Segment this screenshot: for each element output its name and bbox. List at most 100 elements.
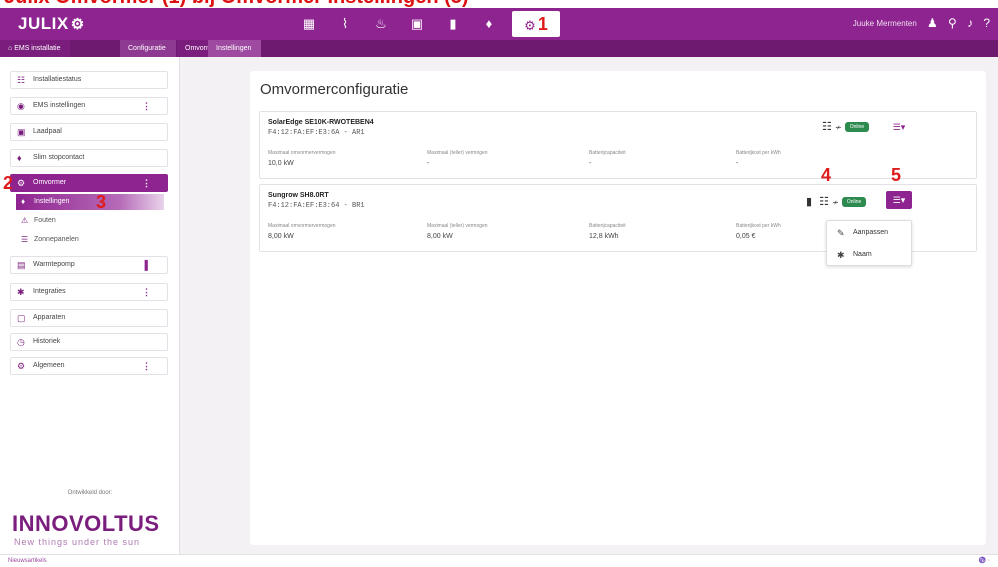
- heatpump-icon: ▤: [17, 260, 26, 270]
- sidebar-item-algemeen[interactable]: ⚙ Algemeen ⋮: [10, 357, 168, 375]
- search-icon[interactable]: ⚲: [948, 16, 957, 30]
- powered-by-label: Ontwikkeld door:: [67, 490, 113, 496]
- edit-icon: ✎: [837, 228, 845, 238]
- brain-icon[interactable]: ♨: [366, 11, 396, 37]
- online-badge: Online: [841, 197, 867, 208]
- menu-item-label: Aanpassen: [853, 229, 889, 236]
- solar-panel-icon: ☰: [21, 235, 29, 244]
- inverter-name: SolarEdge SE10K-RWOTEBEN4: [268, 119, 374, 126]
- breadcrumb-label: EMS installatie: [14, 45, 61, 52]
- sidebar-item-label: Installatiestatus: [33, 76, 82, 83]
- sidebar-item-label: Integraties: [33, 288, 66, 295]
- field-value: 0,05 €: [736, 233, 756, 240]
- solar-panel-icon: ☷: [819, 196, 829, 208]
- display-icon[interactable]: ▣: [402, 11, 432, 37]
- user-icon[interactable]: ♟: [927, 16, 938, 30]
- step-label-5: 5: [891, 165, 902, 185]
- breadcrumb-label: Instellingen: [216, 45, 252, 52]
- step-label-2: 2: [3, 173, 14, 193]
- breadcrumb-label: Configuratie: [128, 45, 166, 52]
- field-label: Batterijcapaciteit: [589, 223, 626, 229]
- more-icon[interactable]: ⋮: [142, 358, 151, 374]
- menu-item-label: Naam: [853, 251, 872, 258]
- breadcrumb-item-ems[interactable]: ⌂ EMS installatie: [0, 40, 71, 57]
- battery-switch-icon[interactable]: ▮: [438, 11, 468, 37]
- step-label-1: 1: [537, 14, 548, 34]
- menu-item-aanpassen[interactable]: ✎ Aanpassen: [827, 222, 913, 244]
- inverter-status-icons: ☷ ≁ Online: [822, 120, 870, 136]
- user-area: Juuke Mermenten ♟ ⚲ ♪ ?: [845, 16, 990, 30]
- sidebar-item-slim-stopcontact[interactable]: ♦ Slim stopcontact: [10, 149, 168, 167]
- more-icon[interactable]: ⋮: [142, 175, 151, 191]
- history-icon: ◷: [17, 337, 25, 347]
- notification-bell-icon[interactable]: ♪: [967, 16, 973, 30]
- inverter-menu-dropdown: ✎ Aanpassen ✱ Naam: [826, 220, 912, 266]
- gear-icon: ⚙: [17, 361, 26, 371]
- field-value: 8,00 kW: [427, 233, 453, 240]
- page-title: Omvormerconfiguratie: [260, 81, 409, 98]
- inverter-menu-button[interactable]: ☰▾: [886, 191, 912, 209]
- ems-icon: ◉: [17, 101, 25, 111]
- sidebar-item-label: Algemeen: [33, 362, 65, 369]
- sidebar-item-label: EMS instellingen: [33, 102, 86, 109]
- plug-icon[interactable]: ♦: [474, 11, 504, 37]
- sidebar-item-omvormer[interactable]: ⚙ Omvormer ⋮: [10, 174, 168, 192]
- inverter-name: Sungrow SH8.0RT: [268, 192, 329, 199]
- plug-icon: ♦: [17, 153, 22, 163]
- field-value: -: [736, 160, 739, 167]
- field-value: 12,8 kWh: [589, 233, 619, 240]
- field-label: Maximaal (teller) vermogen: [427, 223, 488, 229]
- chart-icon[interactable]: ⌇: [330, 11, 360, 37]
- sidebar-subitem-label: Zonnepanelen: [34, 236, 79, 243]
- more-icon[interactable]: ⋮: [142, 284, 151, 300]
- warning-icon: ⚠: [21, 216, 29, 225]
- devices-icon: ▢: [17, 313, 26, 323]
- field-value: 10,0 kW: [268, 160, 294, 167]
- user-name[interactable]: Juuke Mermenten: [853, 19, 917, 28]
- breadcrumb-item-instellingen[interactable]: Instellingen: [208, 40, 262, 57]
- sidebar-item-installatiestatus[interactable]: ☷ Installatiestatus: [10, 71, 168, 89]
- field-label: Batterijkost per kWh: [736, 223, 781, 229]
- field-label: Batterijkost per kWh: [736, 150, 781, 156]
- sidebar-item-historiek[interactable]: ◷ Historiek: [10, 333, 168, 351]
- flow-icon: ≁: [834, 123, 842, 132]
- solar-panel-icon: ☷: [822, 121, 832, 133]
- sidebar-item-apparaten[interactable]: ▢ Apparaten: [10, 309, 168, 327]
- menu-icon: ☰▾: [892, 122, 906, 132]
- sidebar-subitem-zonnepanelen[interactable]: ☰ Zonnepanelen: [16, 232, 164, 248]
- field-label: Maximaal (teller) vermogen: [427, 150, 488, 156]
- more-icon[interactable]: ▌: [145, 257, 151, 273]
- field-label: Batterijcapaciteit: [589, 150, 626, 156]
- step-label-3: 3: [96, 192, 107, 212]
- breadcrumb-item-configuratie[interactable]: Configuratie: [120, 40, 176, 57]
- logo-text: JULIX: [18, 14, 69, 33]
- sidebar-item-laadpaal[interactable]: ▣ Laadpaal: [10, 123, 168, 141]
- sidebar-item-integraties[interactable]: ✱ Integraties ⋮: [10, 283, 168, 301]
- step-label-4: 4: [821, 165, 832, 185]
- sidebar-item-warmtepomp[interactable]: ▤ Warmtepomp ▌: [10, 256, 168, 274]
- top-navigation-bar: JULIX ⚙ ▦ ⌇ ♨ ▣ ▮ ♦ ⚙ 1 Juuke Mermenten ♟ …: [0, 8, 998, 40]
- home-icon: ⌂: [8, 45, 13, 52]
- news-link[interactable]: Nieuwsartikels: [8, 558, 47, 564]
- sidebar: ☷ Installatiestatus ◉ EMS instellingen ⋮ ▣ L…: [0, 57, 180, 554]
- help-icon[interactable]: ?: [983, 16, 990, 30]
- menu-item-naam[interactable]: ✱ Naam: [827, 244, 913, 266]
- dashboard-icon[interactable]: ▦: [294, 11, 324, 37]
- breadcrumb: ⌂ EMS installatie Configuratie Omvormer …: [0, 40, 998, 57]
- sidebar-subitem-fouten[interactable]: ⚠ Fouten: [16, 213, 164, 229]
- app-logo[interactable]: JULIX ⚙: [18, 14, 85, 34]
- charger-icon: ▣: [17, 127, 26, 137]
- inverter-menu-button[interactable]: ☰▾: [886, 118, 912, 136]
- footer-right-icons[interactable]: ♑ ◦: [979, 555, 990, 567]
- battery-icon: ▮: [806, 196, 813, 208]
- sidebar-item-label: Omvormer: [33, 179, 67, 186]
- more-icon[interactable]: ⋮: [142, 98, 151, 114]
- settings-tab[interactable]: ⚙ 1: [512, 11, 560, 37]
- sidebar-item-label: Historiek: [33, 338, 61, 345]
- sidebar-item-label: Laadpaal: [33, 128, 62, 135]
- sidebar-subitem-instellingen[interactable]: ♦ Instellingen: [16, 194, 164, 210]
- tag-icon: ✱: [837, 250, 845, 260]
- field-value: 8,00 kW: [268, 233, 294, 240]
- sidebar-item-ems-instellingen[interactable]: ◉ EMS instellingen ⋮: [10, 97, 168, 115]
- menu-icon: ☰▾: [892, 195, 906, 205]
